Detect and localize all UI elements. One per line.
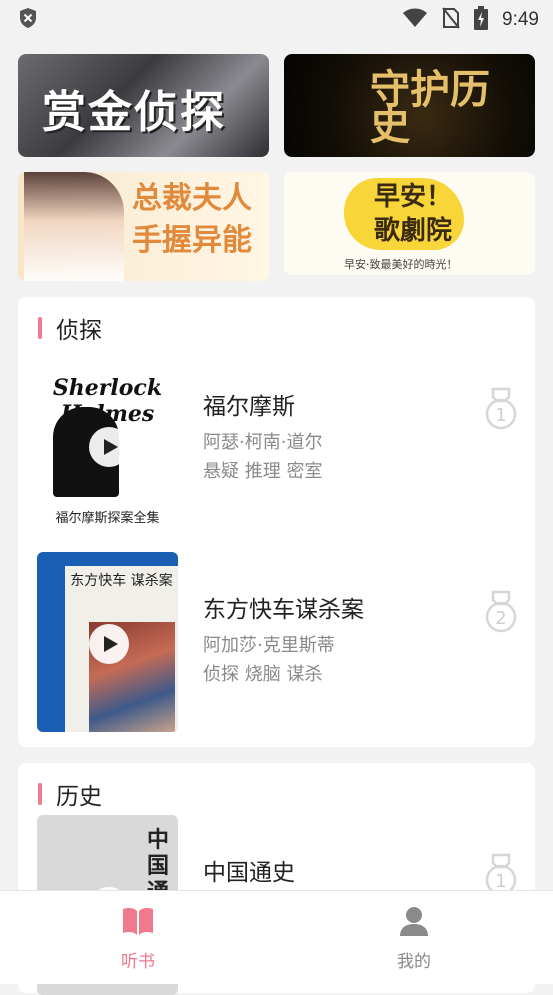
nav-label: 我的 [397,952,431,972]
rank-medal-icon: 1 [484,387,518,435]
svg-text:1: 1 [495,871,506,892]
banner-ceo-wife[interactable]: 总裁夫人手握异能 [18,172,269,281]
bottom-nav: 听书 我的 [0,890,553,984]
section-accent-bar [38,783,42,805]
play-button[interactable] [89,427,129,467]
book-title: 东方快车谋杀案 [203,597,364,623]
book-title: 福尔摩斯 [203,394,295,420]
no-sim-icon [442,7,460,33]
user-icon [400,907,428,936]
section-header: 侦探 [38,313,102,344]
banner-title: 守护历史 [370,66,490,149]
banner-illustration [24,172,124,281]
book-author: 阿瑟·柯南·道尔 [203,432,323,453]
cover-subtitle: 福尔摩斯探案全集 [55,511,160,526]
section-title: 侦探 [56,318,102,344]
banner-good-morning-theater[interactable]: 早安！歌劇院 早安·致最美好的時光！ [284,172,535,275]
nav-tab-mine[interactable]: 我的 [374,905,454,972]
nav-label: 听书 [121,952,155,972]
book-open-icon [123,907,153,935]
banner-title: 总裁夫人手握异能 [132,181,252,258]
wifi-icon [402,8,428,32]
section-header: 历史 [38,779,102,810]
banner-guard-history[interactable]: 守护历史 [284,54,535,157]
book-item-sherlock[interactable]: Sherlock Holmes 福尔摩斯探案全集 福尔摩斯 阿瑟·柯南·道尔 悬… [18,367,535,547]
book-author: 阿加莎·克里斯蒂 [203,635,335,656]
shield-x-icon [18,7,38,33]
book-tags: 悬疑 推理 密室 [203,461,323,482]
book-item-orient-express[interactable]: 东方快车 谋杀案 东方快车谋杀案 阿加莎·克里斯蒂 侦探 烧脑 谋杀 2 [18,552,535,732]
banner-title: 赏金侦探 [42,87,226,138]
banner-bounty-detective[interactable]: 赏金侦探 [18,54,269,157]
svg-text:1: 1 [495,405,506,426]
cover-title: 东方快车 谋杀案 [70,573,173,589]
book-tags: 侦探 烧脑 谋杀 [203,664,323,685]
nav-tab-listen[interactable]: 听书 [98,905,178,972]
play-icon [104,636,118,652]
book-title: 中国通史 [203,860,295,886]
section-accent-bar [38,317,42,339]
status-bar: 9:49 [0,0,553,40]
section-detective: 侦探 Sherlock Holmes 福尔摩斯探案全集 福尔摩斯 阿瑟·柯南·道… [18,297,535,747]
book-cover: Sherlock Holmes 福尔摩斯探案全集 [37,367,178,547]
section-title: 历史 [56,784,102,810]
banner-footer: 早安·致最美好的時光！ [344,258,458,271]
banner-title: 早安！歌劇院 [373,182,452,246]
play-icon [104,439,118,455]
svg-text:2: 2 [495,608,506,629]
book-cover: 东方快车 谋杀案 [37,552,178,732]
battery-charging-icon [474,6,489,34]
play-button[interactable] [89,624,129,664]
clock: 9:49 [502,9,539,30]
rank-medal-icon: 2 [484,590,518,638]
